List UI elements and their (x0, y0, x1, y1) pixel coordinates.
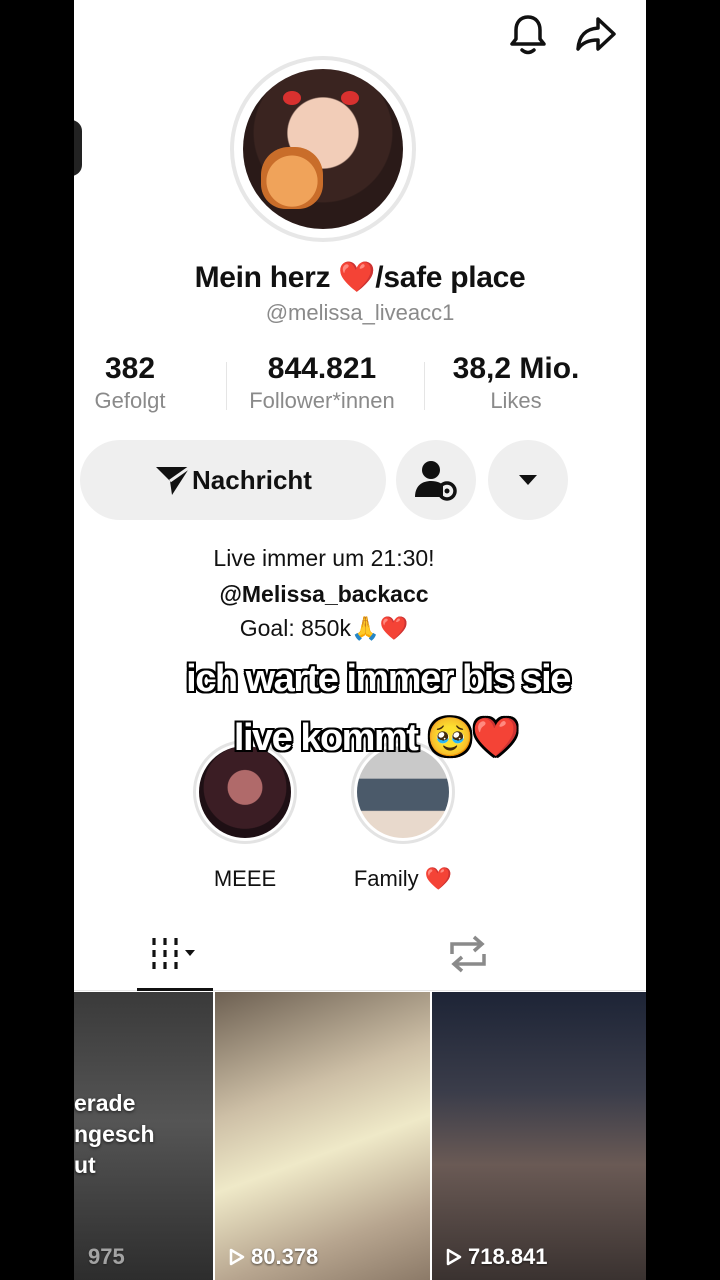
bio-line: Goal: 850k🙏❤️ (239, 615, 409, 641)
cat-sticker (261, 147, 323, 209)
side-handle (74, 120, 82, 176)
stat-following-label: Gefolgt (94, 388, 166, 413)
video-views-count: 975 (88, 1244, 125, 1269)
highlight-label: MEEE (213, 866, 277, 891)
share-icon[interactable] (574, 12, 618, 56)
video-views: 975 (88, 1244, 125, 1270)
more-options-button[interactable] (488, 440, 568, 520)
video-views-count: 80.378 (251, 1244, 319, 1269)
play-icon (229, 1248, 245, 1266)
heart-sticker (341, 91, 359, 105)
stat-likes-value: 38,2 Mio. (452, 352, 580, 385)
stat-likes[interactable]: 38,2 Mio. Likes (434, 352, 598, 414)
stat-followers-label: Follower*innen (249, 388, 395, 413)
bell-icon[interactable] (506, 12, 550, 56)
bio-line: Live immer um 21:30! (213, 545, 435, 571)
video-caption: erade ngesch ut (74, 1090, 155, 1178)
tab-videos[interactable] (137, 924, 213, 984)
avatar[interactable] (230, 56, 416, 242)
stat-likes-label: Likes (490, 388, 542, 413)
profile-screen: Mein herz ❤️/safe place @melissa_liveacc… (74, 0, 646, 1280)
tab-reposts[interactable] (430, 924, 506, 984)
add-friend-settings-button[interactable] (396, 440, 476, 520)
avatar-image (243, 69, 403, 229)
profile-handle: @melissa_liveacc1 (265, 300, 455, 325)
video-views: 718.841 (446, 1244, 548, 1270)
active-tab-indicator (137, 988, 213, 991)
stat-followers[interactable]: 844.821 Follower*innen (232, 352, 412, 414)
stat-divider (424, 362, 425, 410)
video-thumbnail[interactable]: erade ngesch ut 975 (74, 992, 213, 1280)
stat-divider (226, 362, 227, 410)
video-thumbnail[interactable]: 718.841 (432, 992, 646, 1280)
stat-followers-value: 844.821 (267, 352, 377, 385)
message-button[interactable]: Nachricht (80, 440, 386, 520)
video-views: 80.378 (229, 1244, 318, 1270)
stat-following-value: 382 (104, 352, 156, 385)
highlight-family[interactable]: Family ❤️ (348, 740, 458, 892)
highlight-label: Family ❤️ (353, 866, 453, 891)
bio-mention-link[interactable]: @Melissa_backacc (74, 581, 574, 608)
profile-name: Mein herz ❤️/safe place (194, 261, 526, 294)
stat-following[interactable]: 382 Gefolgt (80, 352, 180, 414)
dropdown-arrow-icon (519, 475, 537, 485)
send-icon (156, 465, 191, 495)
highlight-meee[interactable]: MEEE (190, 740, 300, 892)
play-icon (446, 1248, 462, 1266)
heart-sticker (283, 91, 301, 105)
video-thumbnail[interactable]: 80.378 (215, 992, 430, 1280)
add-friend-settings-icon (415, 461, 457, 501)
repost-icon (450, 935, 486, 973)
video-views-count: 718.841 (468, 1244, 548, 1269)
overlay-caption-line: live kommt 🥹❤️ (233, 717, 520, 759)
grid-icon (152, 938, 195, 969)
message-button-label: Nachricht (192, 464, 312, 495)
overlay-caption-line: ich warte immer bis sie (186, 658, 571, 700)
